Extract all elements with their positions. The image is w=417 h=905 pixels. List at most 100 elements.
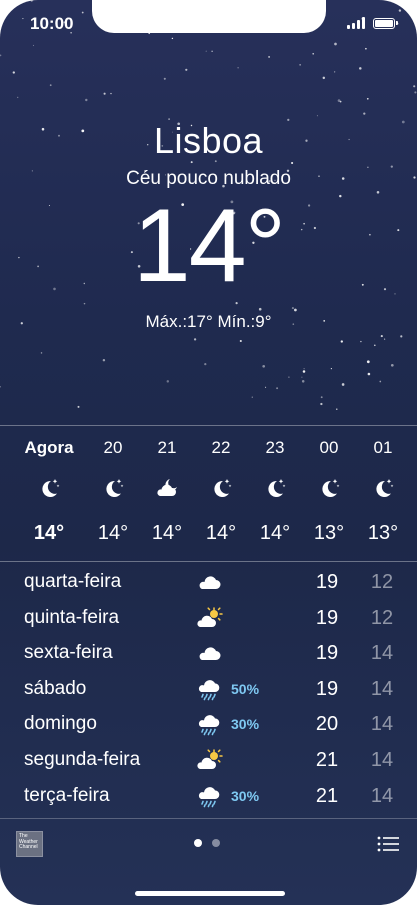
star xyxy=(166,380,170,383)
cloud-sun-icon xyxy=(195,606,223,630)
low-temperature: 14 xyxy=(370,784,394,807)
moon-stars-icon xyxy=(263,476,287,500)
star xyxy=(32,44,35,47)
star xyxy=(22,18,24,20)
page-dot[interactable] xyxy=(212,839,220,847)
star xyxy=(185,68,188,71)
cloud-rain-icon xyxy=(195,712,223,736)
current-weather: Lisboa Céu pouco nublado 14° Máx.:17° Mí… xyxy=(0,120,417,332)
low-temperature: 14 xyxy=(370,677,394,700)
high-temperature: 19 xyxy=(315,571,339,593)
star xyxy=(414,91,417,94)
star xyxy=(102,358,106,362)
signal-icon xyxy=(347,17,365,29)
daily-forecast[interactable]: quarta-feira 19 12 quinta-feira 19 12 sexta-fe… xyxy=(0,565,417,814)
star xyxy=(336,408,338,410)
day-name: sexta-feira xyxy=(24,642,113,664)
star xyxy=(239,339,242,343)
star xyxy=(103,92,106,95)
hour-temperature: 14° xyxy=(33,522,65,544)
star xyxy=(77,405,80,408)
star xyxy=(330,368,332,370)
star xyxy=(30,0,33,2)
star xyxy=(303,368,305,370)
cloud-rain-icon xyxy=(195,677,223,701)
status-time: 10:00 xyxy=(30,14,74,33)
star xyxy=(81,11,84,14)
bottom-toolbar: The Weather Channel xyxy=(0,818,417,905)
star xyxy=(288,376,290,378)
star xyxy=(320,402,323,406)
high-temperature: 19 xyxy=(315,642,339,665)
star xyxy=(366,360,370,364)
precipitation-chance: 50% xyxy=(231,680,260,697)
day-name: segunda-feira xyxy=(24,748,141,770)
star xyxy=(85,98,88,102)
precipitation-chance: 30% xyxy=(231,787,260,804)
star xyxy=(299,64,301,66)
daily-row: sábado 50% 19 14 xyxy=(0,672,417,708)
star xyxy=(363,112,366,115)
high-temperature: 19 xyxy=(315,677,339,700)
day-name: domingo xyxy=(24,713,97,735)
hour-temperature: 13° xyxy=(367,522,399,544)
star xyxy=(163,77,166,80)
daily-row: terça-feira 30% 21 14 xyxy=(0,779,417,815)
city-list-icon[interactable] xyxy=(377,835,399,853)
daily-row: segunda-feira 21 14 xyxy=(0,743,417,779)
high-temperature: 21 xyxy=(315,784,339,807)
daily-row: quarta-feira 19 12 xyxy=(0,565,417,601)
cloud-rain-icon xyxy=(195,784,223,808)
city-name: Lisboa xyxy=(153,120,264,161)
high-temperature: 19 xyxy=(315,606,339,629)
star xyxy=(341,383,345,386)
notch xyxy=(92,0,326,33)
star xyxy=(320,396,323,399)
hour-temperature: 13° xyxy=(313,522,345,544)
star xyxy=(251,396,253,398)
weather-screen: 10:00 Lisboa Céu pouco nublado 14° Máx.:… xyxy=(0,0,417,905)
star xyxy=(237,67,239,69)
star xyxy=(380,335,383,338)
star xyxy=(17,96,19,99)
star xyxy=(0,54,2,57)
precipitation-chance: 30% xyxy=(231,716,260,733)
star xyxy=(360,340,362,343)
hour-label: 21 xyxy=(157,438,177,457)
daily-row: quinta-feira 19 12 xyxy=(0,601,417,637)
home-indicator[interactable] xyxy=(135,891,285,896)
status-icons xyxy=(347,17,398,29)
star xyxy=(265,386,267,388)
star xyxy=(301,376,303,378)
current-condition: Céu pouco nublado xyxy=(126,168,291,189)
page-dot[interactable] xyxy=(194,839,202,847)
star xyxy=(171,37,174,40)
daily-row: sexta-feira 19 14 xyxy=(0,636,417,672)
cloud-sun-icon xyxy=(195,748,223,772)
star xyxy=(366,97,369,100)
moon-stars-icon xyxy=(37,476,61,500)
star xyxy=(400,335,403,338)
hourly-forecast[interactable]: Agora 14° 20 14° 21 14° 22 14° 23 14° 00 13° 01 13° xyxy=(0,425,417,562)
star xyxy=(383,338,386,340)
star xyxy=(337,99,341,102)
star xyxy=(379,380,382,383)
cloud-icon xyxy=(195,570,223,594)
star xyxy=(390,363,394,367)
day-name: quinta-feira xyxy=(24,606,120,628)
star xyxy=(334,42,337,46)
daily-row: domingo 30% 20 14 xyxy=(0,707,417,743)
high-temperature: 21 xyxy=(315,748,339,771)
star xyxy=(312,53,315,55)
star xyxy=(413,85,416,88)
star xyxy=(276,387,279,390)
weather-channel-logo[interactable]: The Weather Channel xyxy=(16,831,43,857)
page-indicator[interactable] xyxy=(194,839,220,847)
moon-stars-icon xyxy=(101,476,125,500)
hour-temperature: 14° xyxy=(151,522,183,544)
star xyxy=(316,115,318,117)
low-temperature: 14 xyxy=(370,748,394,771)
low-temperature: 14 xyxy=(370,713,394,736)
day-name: terça-feira xyxy=(24,784,110,806)
star xyxy=(340,340,343,343)
